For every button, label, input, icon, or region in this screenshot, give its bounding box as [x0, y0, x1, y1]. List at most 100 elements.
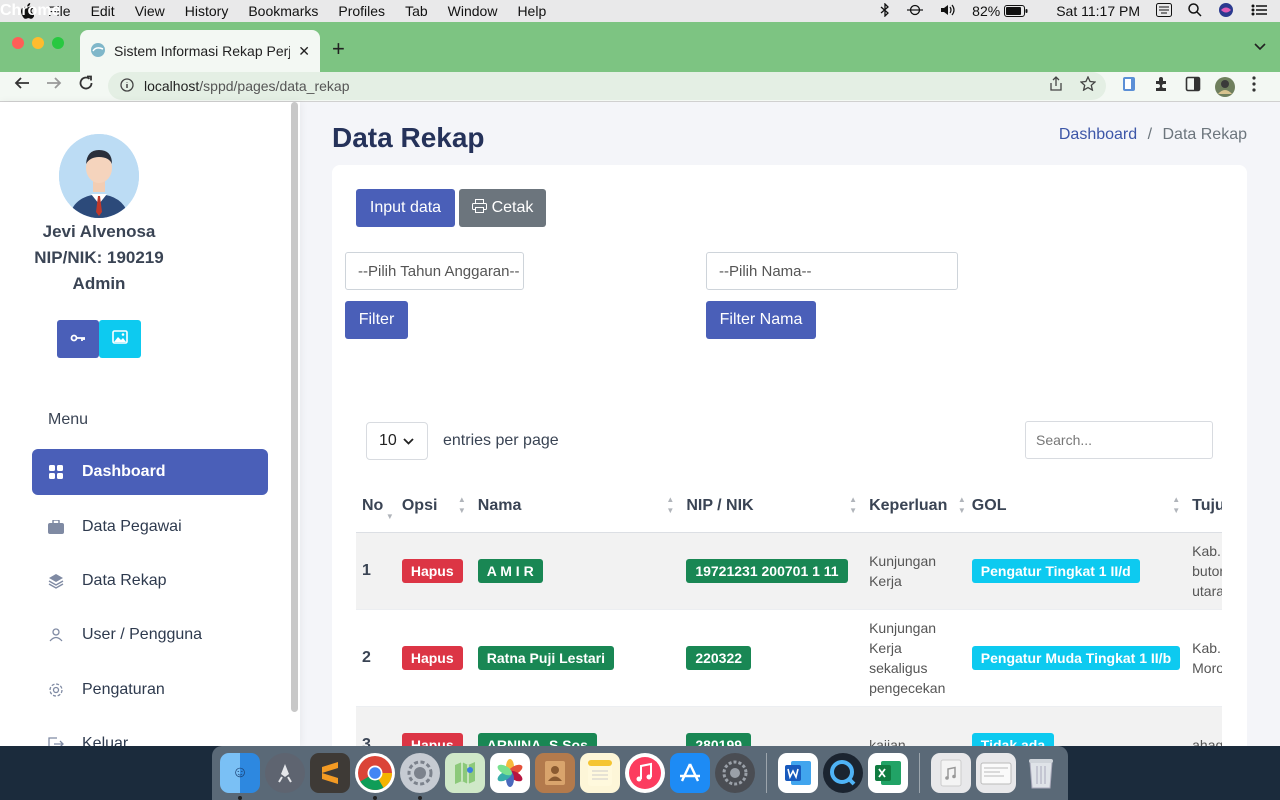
briefcase-icon — [48, 519, 64, 535]
system-preferences-icon[interactable] — [400, 753, 440, 800]
forward-arrow-icon[interactable] — [46, 75, 62, 96]
tab-close-icon[interactable]: ✕ — [298, 43, 310, 60]
nip-badge: 19721231 200701 1 11 — [686, 558, 848, 583]
per-page-select[interactable]: 10 — [366, 422, 428, 460]
chrome-app-icon[interactable] — [355, 753, 395, 800]
app-store-icon[interactable] — [670, 753, 710, 793]
delete-button[interactable]: Hapus — [401, 558, 463, 583]
trash-icon[interactable] — [1021, 753, 1061, 793]
menu-bookmarks[interactable]: Bookmarks — [248, 3, 318, 19]
side-panel-icon[interactable] — [1185, 76, 1201, 97]
volume-icon[interactable] — [940, 3, 956, 20]
change-password-button[interactable] — [57, 320, 99, 358]
address-bar[interactable]: localhost/sppd/pages/data_rekap — [108, 72, 1106, 100]
word-icon[interactable] — [778, 753, 818, 793]
share-icon[interactable] — [1050, 76, 1062, 95]
col-no[interactable]: No ▼ — [356, 480, 396, 533]
sidebar-item-keluar[interactable]: Keluar — [32, 721, 268, 746]
delete-button[interactable]: Hapus — [401, 645, 463, 670]
keyboard-icon[interactable] — [1156, 2, 1172, 20]
menu-window[interactable]: Window — [448, 3, 498, 19]
cell-opsi: Hapus — [395, 532, 472, 610]
col-label: NIP / NIK — [686, 496, 754, 514]
sidebar-item-data-pegawai[interactable]: Data Pegawai — [32, 504, 268, 550]
music-icon[interactable] — [625, 753, 665, 793]
filter-year-button[interactable]: Filter — [345, 301, 408, 339]
sort-icon: ▲ ▼ — [1172, 495, 1181, 515]
extensions-puzzle-icon[interactable] — [1153, 76, 1169, 97]
site-info-icon[interactable] — [120, 77, 134, 95]
sidebar-item-user-pengguna[interactable]: User / Pengguna — [32, 612, 268, 658]
sidebar-item-data-rekap[interactable]: Data Rekap — [32, 558, 268, 604]
nama-badge: Ratna Puji Lestari — [477, 645, 615, 670]
menu-help[interactable]: Help — [517, 3, 546, 19]
menu-edit[interactable]: Edit — [91, 3, 115, 19]
name-select[interactable]: --Pilih Nama-- — [706, 252, 958, 290]
col-nip[interactable]: NIP / NIK ▲ ▼ — [680, 480, 864, 533]
control-center-icon[interactable] — [1250, 3, 1268, 20]
siri-icon[interactable] — [1218, 2, 1234, 21]
quicktime-icon[interactable] — [823, 753, 863, 793]
gol-badge: Pengatur Muda Tingkat 1 II/b — [971, 645, 1181, 670]
bookmark-star-icon[interactable] — [1079, 75, 1097, 95]
sidebar-item-dashboard[interactable]: Dashboard — [32, 449, 268, 495]
cast-icon[interactable] — [906, 3, 924, 19]
battery-icon — [1004, 5, 1028, 17]
sidebar-item-label: Keluar — [82, 735, 129, 746]
user-icon — [48, 627, 64, 643]
launchpad-icon[interactable] — [265, 753, 305, 793]
gear-icon — [48, 682, 64, 698]
menubar-clock[interactable]: Sat 11:17 PM — [1056, 3, 1140, 19]
menu-app-name[interactable]: Chrome — [0, 2, 60, 20]
excel-icon[interactable] — [868, 753, 908, 793]
sublime-text-icon[interactable] — [310, 753, 350, 793]
menu-tab[interactable]: Tab — [405, 3, 428, 19]
spotlight-search-icon[interactable] — [1188, 2, 1202, 20]
menu-history[interactable]: History — [185, 3, 229, 19]
sidebar-scrollbar[interactable] — [291, 102, 298, 712]
col-label: GOL — [971, 496, 1007, 514]
minimize-window-button[interactable] — [32, 37, 44, 49]
photos-icon[interactable] — [490, 753, 530, 793]
col-nama[interactable]: Nama ▲ ▼ — [471, 480, 681, 533]
macos-menubar: Chrome File Edit View History Bookmarks … — [0, 0, 1280, 22]
delete-button[interactable]: Hapus — [401, 732, 463, 746]
filter-name-button[interactable]: Filter Nama — [706, 301, 816, 339]
cell-nip: 220322 — [680, 609, 864, 707]
battery-status[interactable]: 82% — [972, 3, 1028, 19]
breadcrumb-home-link[interactable]: Dashboard — [1059, 126, 1137, 143]
menu-view[interactable]: View — [135, 3, 165, 19]
audio-file-icon[interactable] — [931, 753, 971, 793]
change-photo-button[interactable] — [99, 320, 141, 358]
print-button[interactable]: Cetak — [459, 189, 546, 227]
new-tab-plus-icon[interactable]: + — [332, 36, 345, 62]
tab-search-chevron-icon[interactable] — [1254, 38, 1266, 54]
sidebar-item-pengaturan[interactable]: Pengaturan — [32, 667, 268, 713]
menu-profiles[interactable]: Profiles — [338, 3, 385, 19]
input-data-button[interactable]: Input data — [356, 189, 455, 227]
table-search-input[interactable]: Search... — [1025, 421, 1213, 459]
col-tujuan[interactable]: Tujuan — [1186, 480, 1222, 533]
finder-icon[interactable]: ☺ — [220, 753, 260, 800]
close-window-button[interactable] — [12, 37, 24, 49]
year-select[interactable]: --Pilih Tahun Anggaran-- — [345, 252, 524, 290]
col-opsi[interactable]: Opsi ▲ ▼ — [395, 480, 472, 533]
maps-icon[interactable] — [445, 753, 485, 793]
downloads-folder-icon[interactable] — [976, 753, 1016, 793]
back-arrow-icon[interactable] — [14, 75, 30, 96]
bluetooth-icon[interactable] — [880, 1, 890, 20]
chrome-menu-kebab-icon[interactable] — [1252, 76, 1256, 97]
contacts-icon[interactable] — [535, 753, 575, 793]
col-keperluan[interactable]: Keperluan ▲ ▼ — [863, 480, 966, 533]
notes-icon[interactable] — [580, 753, 620, 793]
col-label: Keperluan — [869, 496, 948, 514]
reload-icon[interactable] — [78, 75, 94, 96]
sort-icon: ▲ ▼ — [957, 495, 966, 515]
zoom-window-button[interactable] — [52, 37, 64, 49]
profile-avatar-icon[interactable] — [1214, 76, 1236, 103]
disk-utility-icon[interactable] — [715, 753, 755, 793]
address-toolbar: localhost/sppd/pages/data_rekap — [0, 72, 1280, 102]
browser-tab-active[interactable]: Sistem Informasi Rekap Perjalanan ✕ — [80, 30, 320, 72]
col-gol[interactable]: GOL ▲ ▼ — [965, 480, 1187, 533]
reading-list-icon[interactable] — [1121, 76, 1137, 97]
